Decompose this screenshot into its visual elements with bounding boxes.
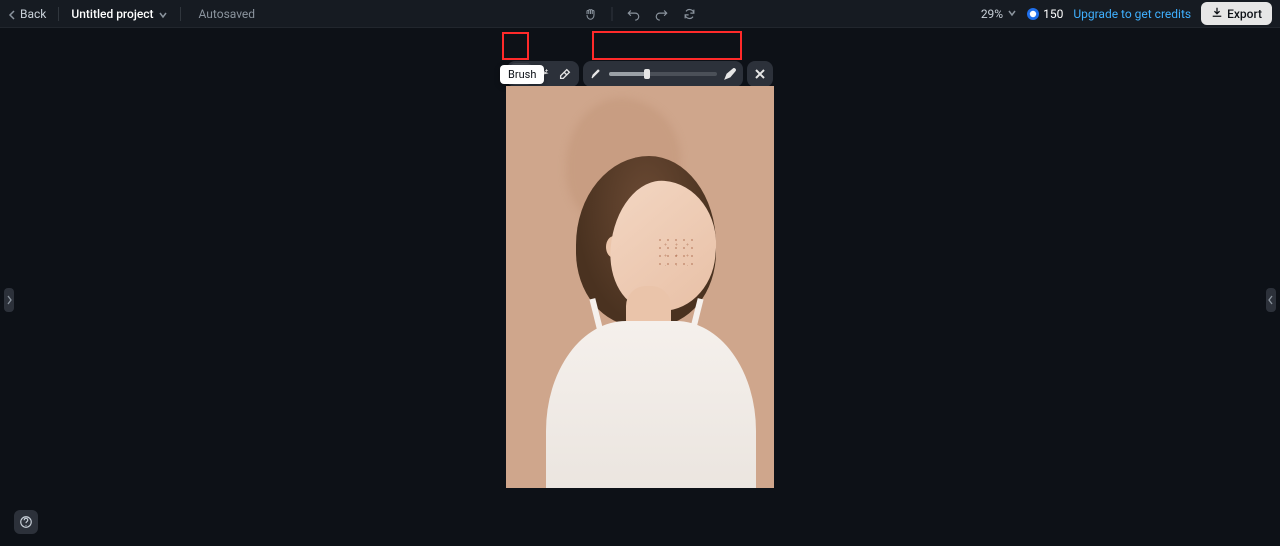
divider <box>180 7 181 21</box>
floating-toolbar <box>507 61 773 87</box>
back-button[interactable]: Back <box>8 7 46 21</box>
header-left: Back Untitled project Autosaved <box>8 7 255 21</box>
left-panel-toggle[interactable] <box>4 288 14 312</box>
export-button[interactable]: Export <box>1201 2 1272 25</box>
app-header: Back Untitled project Autosaved 29% <box>0 0 1280 28</box>
back-label: Back <box>20 7 46 21</box>
header-right: 29% 150 Upgrade to get credits Export <box>981 2 1272 25</box>
highlight-slider <box>592 31 742 60</box>
credits-badge-icon <box>1027 8 1039 20</box>
chevron-down-icon <box>1007 7 1017 21</box>
small-brush-icon <box>589 67 603 81</box>
refresh-icon[interactable] <box>683 7 697 21</box>
download-icon <box>1211 6 1223 21</box>
brush-size-slider[interactable] <box>609 72 717 76</box>
brush-tooltip: Brush <box>500 65 544 84</box>
undo-icon[interactable] <box>627 7 641 21</box>
credits-button[interactable]: 150 <box>1027 7 1063 21</box>
canvas-image[interactable] <box>506 86 774 488</box>
save-status: Autosaved <box>199 7 256 21</box>
project-name-text: Untitled project <box>71 7 153 21</box>
header-center <box>584 7 697 21</box>
slider-thumb[interactable] <box>644 69 650 79</box>
upgrade-link[interactable]: Upgrade to get credits <box>1073 7 1191 21</box>
right-panel-toggle[interactable] <box>1266 288 1276 312</box>
canvas-area[interactable]: Brush <box>0 28 1280 546</box>
slider-fill <box>609 72 647 76</box>
large-brush-icon <box>723 67 737 81</box>
divider <box>612 7 613 21</box>
redo-icon[interactable] <box>655 7 669 21</box>
help-button[interactable] <box>14 510 38 534</box>
eraser-tool[interactable] <box>554 63 576 85</box>
highlight-brush-tool <box>502 32 529 60</box>
export-label: Export <box>1227 7 1262 21</box>
project-name-button[interactable]: Untitled project <box>71 7 167 21</box>
brush-size-slider-group <box>583 61 743 87</box>
zoom-value: 29% <box>981 7 1003 21</box>
hand-tool-icon[interactable] <box>584 7 598 21</box>
close-toolbar-button[interactable] <box>747 61 773 87</box>
zoom-dropdown[interactable]: 29% <box>981 7 1017 21</box>
credits-count: 150 <box>1043 7 1063 21</box>
chevron-down-icon <box>158 9 168 19</box>
divider <box>58 7 59 21</box>
chevron-left-icon <box>8 9 18 19</box>
